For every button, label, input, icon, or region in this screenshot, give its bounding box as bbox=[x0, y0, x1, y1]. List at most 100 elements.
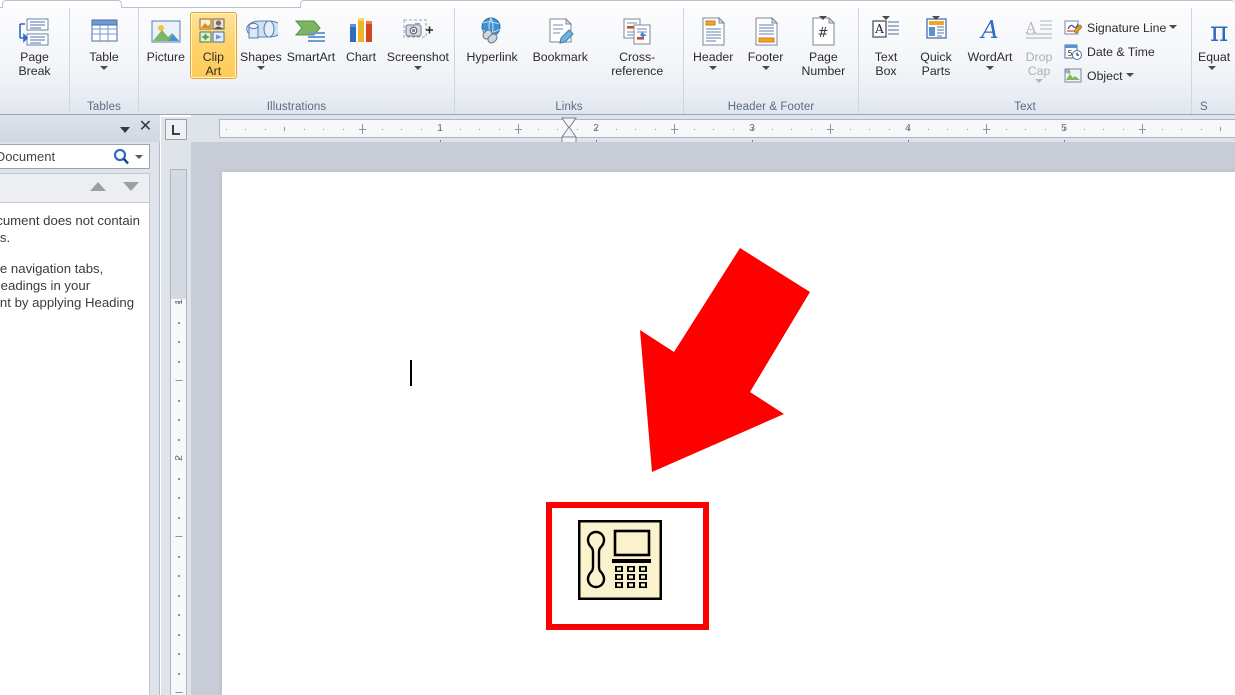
ruler-tick bbox=[810, 129, 812, 130]
telephone-clip-art[interactable] bbox=[578, 520, 662, 600]
clip-art-button[interactable]: Clip Art bbox=[189, 12, 238, 79]
chevron-down-icon[interactable] bbox=[819, 16, 828, 20]
bookmark-button[interactable]: Bookmark bbox=[526, 12, 594, 66]
ruler-tick bbox=[557, 129, 558, 130]
cross-reference-label: Cross-reference bbox=[611, 50, 664, 78]
bookmark-label: Bookmark bbox=[532, 50, 588, 64]
svg-text:A: A bbox=[874, 22, 884, 36]
ruler-tick bbox=[177, 497, 180, 499]
search-input[interactable]: Search Document bbox=[0, 144, 150, 169]
ruler-tick bbox=[177, 614, 180, 616]
red-arrow-shape[interactable] bbox=[632, 240, 832, 480]
chevron-down-icon[interactable] bbox=[1208, 65, 1216, 70]
navigation-pane-tabbar bbox=[0, 173, 150, 202]
chevron-down-icon[interactable] bbox=[100, 65, 108, 70]
ribbon-group-header-footer: Header Footer # Page Number Header & Foo… bbox=[684, 8, 859, 114]
horizontal-ruler[interactable]: 1 2 3 4 5 bbox=[219, 119, 1235, 145]
ruler-tick bbox=[381, 129, 383, 130]
bookmark-icon bbox=[543, 16, 577, 48]
clip-art-telephone-frame[interactable] bbox=[546, 502, 709, 630]
text-box-button[interactable]: A Text Box bbox=[862, 12, 910, 79]
nav-empty-message-2: To create navigation tabs, create headin… bbox=[0, 261, 135, 310]
header-label: Header bbox=[693, 50, 734, 64]
chevron-down-icon[interactable] bbox=[986, 65, 994, 70]
page-break-button[interactable]: Page Break bbox=[4, 12, 66, 79]
triangle-up-icon[interactable] bbox=[90, 182, 106, 191]
ribbon-group-illustrations: Picture Clip Art Shapes SmartArt Chart S… bbox=[139, 8, 455, 114]
chevron-down-icon[interactable] bbox=[761, 65, 770, 70]
clip-art-icon bbox=[196, 16, 230, 48]
hyperlink-button[interactable]: Hyperlink bbox=[458, 12, 526, 66]
word-window: Page Break Table Tables Picture Clip Art… bbox=[0, 0, 1235, 695]
ribbon-tab-stub-left[interactable] bbox=[2, 0, 122, 8]
ruler-number: 5 bbox=[1061, 122, 1067, 134]
document-canvas[interactable] bbox=[191, 142, 1235, 695]
chevron-down-icon[interactable] bbox=[413, 65, 422, 70]
quick-parts-button[interactable]: Quick Parts bbox=[910, 12, 962, 79]
ruler-tick-half bbox=[986, 124, 987, 134]
cross-reference-button[interactable]: Cross-reference bbox=[594, 12, 680, 79]
ruler-number: 1 bbox=[172, 299, 185, 305]
chevron-down-icon[interactable] bbox=[256, 65, 265, 70]
document-page[interactable] bbox=[222, 172, 1235, 695]
chevron-down-icon[interactable] bbox=[1169, 25, 1178, 29]
smartart-button[interactable]: SmartArt bbox=[285, 12, 338, 66]
ruler-tick-half bbox=[518, 124, 519, 134]
ruler-tick bbox=[1161, 129, 1163, 130]
equation-button[interactable]: π Equat bbox=[1196, 12, 1235, 71]
text-box-icon: A bbox=[869, 16, 903, 48]
triangle-down-icon[interactable] bbox=[123, 182, 139, 191]
shapes-button[interactable]: Shapes bbox=[237, 12, 285, 71]
ribbon-group-pages: Page Break bbox=[0, 8, 70, 114]
ruler-tick bbox=[1083, 129, 1085, 130]
chevron-down-icon[interactable] bbox=[135, 154, 143, 159]
equation-label: Equat bbox=[1198, 50, 1231, 64]
hyperlink-label: Hyperlink bbox=[466, 50, 518, 64]
screenshot-button[interactable]: Screenshot bbox=[385, 12, 451, 71]
page-number-button[interactable]: # Page Number bbox=[792, 12, 855, 79]
wordart-button[interactable]: A WordArt bbox=[962, 12, 1018, 71]
page-break-label: Page Break bbox=[18, 50, 51, 78]
ribbon-tab-stub-insert[interactable] bbox=[300, 0, 1235, 8]
ruler-tick bbox=[654, 129, 656, 130]
object-label: Object bbox=[1087, 69, 1123, 83]
ruler-tick bbox=[245, 129, 246, 130]
chevron-down-icon[interactable] bbox=[118, 122, 132, 136]
ruler-tick bbox=[479, 129, 480, 130]
ruler-tick bbox=[177, 555, 180, 558]
ribbon-group-symbols: π Equat S bbox=[1192, 8, 1235, 114]
table-button[interactable]: Table bbox=[73, 12, 135, 71]
ruler-number: 4 bbox=[905, 122, 911, 134]
ruler-tick bbox=[693, 129, 695, 130]
picture-button[interactable]: Picture bbox=[142, 12, 190, 66]
signature-line-button[interactable]: Signature Line bbox=[1060, 16, 1183, 40]
horizontal-ruler-area: 1 2 3 4 5 bbox=[191, 115, 1235, 145]
object-button[interactable]: Object bbox=[1060, 64, 1183, 88]
close-icon[interactable]: ✕ bbox=[137, 118, 154, 135]
chart-button[interactable]: Chart bbox=[337, 12, 385, 66]
header-button[interactable]: Header bbox=[687, 12, 739, 71]
date-time-button[interactable]: 5 Date & Time bbox=[1060, 40, 1183, 64]
ruler-tick bbox=[1044, 129, 1046, 130]
text-box-label: Text Box bbox=[874, 50, 898, 78]
ruler-number: 2 bbox=[172, 455, 185, 461]
chevron-down-icon[interactable] bbox=[1035, 79, 1043, 83]
ruler-tick bbox=[791, 129, 792, 130]
page-break-icon bbox=[18, 16, 52, 48]
chevron-down-icon[interactable] bbox=[709, 65, 718, 70]
chevron-down-icon[interactable] bbox=[932, 16, 940, 20]
chevron-down-icon[interactable] bbox=[1125, 73, 1134, 77]
footer-button[interactable]: Footer bbox=[739, 12, 791, 71]
page-number-label: Page Number bbox=[801, 50, 846, 78]
chevron-down-icon[interactable] bbox=[882, 16, 890, 20]
drop-cap-button[interactable]: A Drop Cap bbox=[1018, 12, 1060, 84]
tab-selector-button[interactable] bbox=[165, 119, 187, 140]
group-label-links: Links bbox=[555, 101, 583, 113]
magnifier-icon[interactable] bbox=[111, 147, 133, 167]
ruler-tick bbox=[177, 321, 180, 324]
signature-line-icon bbox=[1064, 19, 1083, 37]
navigation-pane: Navigation ✕ Search Document Th bbox=[0, 115, 160, 695]
drop-cap-icon: A bbox=[1022, 16, 1056, 48]
ruler-tick bbox=[947, 129, 948, 130]
picture-label: Picture bbox=[146, 50, 185, 64]
